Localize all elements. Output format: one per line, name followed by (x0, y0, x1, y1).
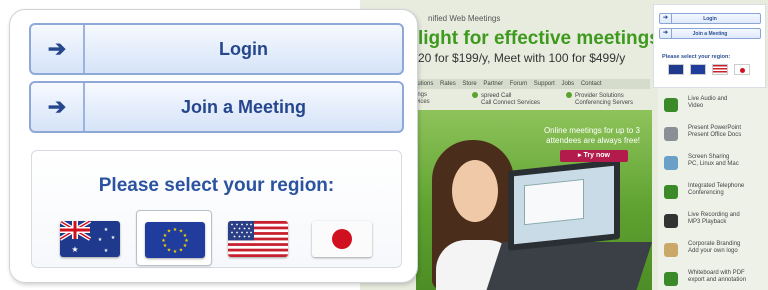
mini-join-button[interactable]: ➔ Join a Meeting (659, 28, 761, 39)
svg-text:★: ★ (104, 227, 109, 233)
laptop-image (508, 159, 620, 251)
site-tagline: nified Web Meetings (428, 14, 501, 23)
hero-text: Online meetings for up to 3 attendees ar… (543, 126, 640, 145)
svg-text:★: ★ (98, 237, 103, 243)
feature-link[interactable]: Provider Solutions Conferencing Servers (566, 92, 633, 107)
nav-item[interactable]: lutions (416, 81, 433, 87)
feature-link[interactable]: spreed Call Call Connect Services (472, 92, 540, 107)
svg-text:★: ★ (179, 248, 184, 254)
feature-icon (664, 127, 678, 141)
region-united-states[interactable] (220, 210, 296, 266)
feature-sidebar-text: Corporate Branding Add your own logo (688, 241, 741, 254)
nav-item[interactable]: Store (462, 81, 476, 87)
feature-sidebar-text: Whiteboard with PDF export and annotation (688, 270, 747, 283)
mini-eu-flag[interactable] (690, 64, 706, 75)
feature-icon (664, 272, 678, 286)
mini-region-title: Please select your region: (662, 54, 731, 60)
site-nav: lutions Rates Store Partner Forum Suppor… (416, 79, 650, 89)
mini-login-panel: ➔ Login ➔ Join a Meeting Please select y… (653, 4, 766, 88)
svg-text:★: ★ (111, 235, 116, 241)
japan-flag (312, 221, 372, 257)
site-headline: light for effective meetings (418, 28, 660, 49)
site-pricing: 20 for $199/y, Meet with 100 for $499/y (418, 51, 626, 65)
nav-item[interactable]: Forum (510, 81, 527, 87)
bullet-icon (472, 92, 478, 98)
feature-icon (664, 243, 678, 257)
feature-line1: spreed Call (481, 93, 512, 99)
feature-sidebar-item[interactable]: Whiteboard with PDF export and annotation (664, 270, 768, 290)
australia-flag: ★ ★ ★ ★ ★ (60, 221, 120, 257)
feature-sidebar-item[interactable]: Live Audio and Video (664, 96, 768, 118)
feature-line2: vices (416, 99, 430, 105)
mini-australia-flag[interactable] (668, 64, 684, 75)
region-australia[interactable]: ★ ★ ★ ★ ★ (52, 210, 128, 266)
svg-text:★: ★ (183, 243, 188, 249)
nav-item[interactable]: Support (534, 81, 555, 87)
login-label: Login (219, 39, 268, 59)
login-region-card: ➔ Login ➔ Join a Meeting Please select y… (9, 9, 418, 283)
arrow-cell: ➔ (31, 83, 85, 131)
feature-icon (664, 156, 678, 170)
eu-flag: ★ ★ ★ ★ ★ ★ ★ ★ ★ ★ ★ ★ (145, 222, 205, 258)
mini-us-flag[interactable] (712, 64, 728, 75)
svg-text:★: ★ (104, 248, 109, 254)
region-japan[interactable] (304, 210, 380, 266)
arrow-right-icon: ➔ (47, 94, 67, 119)
feature-icon (664, 98, 678, 112)
arrow-right-icon: ➔ (660, 14, 672, 23)
feature-sidebar-item[interactable]: Live Recording and MP3 Playback (664, 212, 768, 234)
login-button[interactable]: ➔ Login (29, 23, 404, 75)
nav-item[interactable]: Contact (581, 81, 602, 87)
svg-text:★: ★ (173, 227, 178, 233)
region-selector: Please select your region: ★ ★ ★ ★ ★ ★ ★… (31, 150, 402, 268)
bullet-icon (566, 92, 572, 98)
us-flag (228, 221, 288, 257)
svg-text:★: ★ (71, 245, 78, 254)
try-now-button[interactable]: ▸ Try now (560, 150, 628, 162)
join-meeting-label: Join a Meeting (180, 97, 306, 117)
feature-line2: Conferencing Servers (575, 100, 634, 106)
region-europe[interactable]: ★ ★ ★ ★ ★ ★ ★ ★ ★ ★ ★ ★ (136, 210, 212, 266)
feature-link[interactable]: ings vices (416, 92, 430, 106)
feature-sidebar-text: Live Recording and MP3 Playback (688, 212, 740, 225)
arrow-cell: ➔ (31, 25, 85, 73)
feature-icon (664, 185, 678, 199)
feature-sidebar-item[interactable]: Screen Sharing PC, Linux and Mac (664, 154, 768, 176)
nav-item[interactable]: Rates (440, 81, 456, 87)
svg-text:★: ★ (167, 229, 172, 235)
mini-japan-flag[interactable] (734, 64, 750, 75)
join-meeting-button[interactable]: ➔ Join a Meeting (29, 81, 404, 133)
svg-text:★: ★ (173, 249, 178, 255)
feature-icon (664, 214, 678, 228)
feature-line1: Provider Solutions (575, 93, 624, 99)
feature-sidebar-text: Present PowerPoint Present Office Docs (688, 125, 742, 138)
feature-sidebar-text: Live Audio and Video (688, 96, 728, 109)
feature-sidebar-text: Screen Sharing PC, Linux and Mac (688, 154, 739, 167)
feature-sidebar-text: Integrated Telephone Conferencing (688, 183, 745, 196)
arrow-right-icon: ➔ (660, 29, 672, 38)
screenshot: nified Web Meetings light for effective … (0, 0, 768, 290)
feature-line1: ings (416, 92, 428, 98)
feature-sidebar-item[interactable]: Present PowerPoint Present Office Docs (664, 125, 768, 147)
website-background: nified Web Meetings light for effective … (360, 0, 768, 290)
nav-item[interactable]: Jobs (561, 81, 574, 87)
hero-banner: Online meetings for up to 3 attendees ar… (416, 110, 652, 290)
feature-sidebar: Live Audio and Video Present PowerPoint Pre… (658, 88, 768, 290)
feature-sidebar-item[interactable]: Corporate Branding Add your own logo (664, 241, 768, 263)
svg-text:★: ★ (167, 248, 172, 254)
feature-sidebar-item[interactable]: Integrated Telephone Conferencing (664, 183, 768, 205)
feature-line2: Call Connect Services (481, 100, 541, 106)
arrow-right-icon: ➔ (47, 36, 67, 61)
mini-login-button[interactable]: ➔ Login (659, 13, 761, 24)
region-title: Please select your region: (98, 175, 335, 196)
nav-item[interactable]: Partner (483, 81, 503, 87)
